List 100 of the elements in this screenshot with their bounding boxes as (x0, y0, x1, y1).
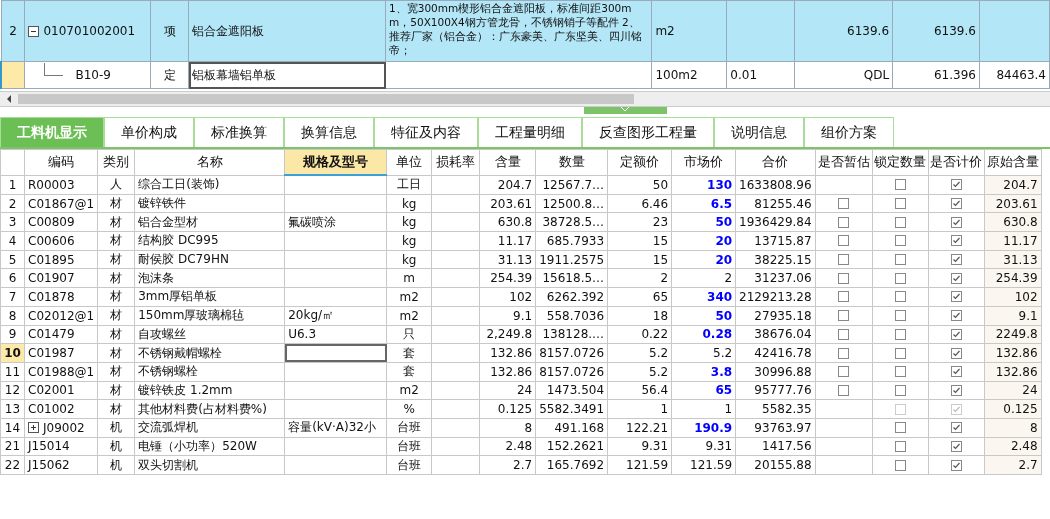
checkbox[interactable] (894, 216, 906, 228)
table-cell: 9.31 (671, 437, 736, 456)
column-header[interactable]: 编码 (24, 149, 98, 175)
table-cell: J15062 (24, 455, 98, 475)
checkbox[interactable] (950, 440, 962, 452)
column-header[interactable]: 含量 (479, 149, 536, 175)
checkbox[interactable] (950, 272, 962, 284)
table-cell: 100m2 (651, 61, 727, 89)
checkbox[interactable] (950, 459, 962, 471)
column-header[interactable]: 损耗率 (431, 149, 480, 175)
table-cell: 1417.56 (735, 437, 816, 456)
column-header[interactable]: 数量 (535, 149, 608, 175)
row-number: 7 (0, 287, 25, 307)
table-cell: C01988@1 (24, 362, 98, 382)
checkbox[interactable] (838, 310, 850, 322)
collapse-icon[interactable] (28, 25, 40, 37)
column-header[interactable]: 单位 (386, 149, 432, 175)
table-cell: 165.7692 (535, 455, 608, 475)
table-cell: 630.8 (479, 212, 536, 232)
column-header[interactable]: 规格及型号 (284, 149, 387, 175)
table-cell: 0.22 (607, 325, 672, 344)
table-cell: 491.168 (535, 418, 608, 438)
checkbox[interactable] (894, 291, 906, 303)
checkbox[interactable] (838, 272, 850, 284)
checkbox[interactable] (950, 216, 962, 228)
checkbox[interactable] (950, 422, 962, 434)
table-cell: 558.7036 (535, 306, 608, 325)
checkbox[interactable] (894, 347, 906, 359)
checkbox[interactable] (894, 198, 906, 210)
checkbox[interactable] (894, 459, 906, 471)
tab[interactable]: 组价方案 (804, 117, 894, 147)
table-cell: 31.13 (479, 250, 536, 269)
tab[interactable]: 标准换算 (194, 117, 284, 147)
column-header[interactable]: 合价 (735, 149, 816, 175)
table-cell: m2 (386, 381, 432, 400)
checkbox[interactable] (950, 384, 962, 396)
column-header[interactable]: 锁定数量 (872, 149, 929, 175)
table-cell: C01878 (24, 287, 98, 307)
checkbox[interactable] (950, 179, 962, 191)
column-header[interactable]: 是否计价 (928, 149, 985, 175)
checkbox[interactable] (894, 366, 906, 378)
checkbox[interactable] (950, 310, 962, 322)
checkbox[interactable] (894, 384, 906, 396)
column-header[interactable]: 类别 (97, 149, 135, 175)
tab[interactable]: 单价构成 (104, 117, 194, 147)
table-cell: 材 (97, 268, 135, 288)
table-cell: 1473.504 (535, 381, 608, 400)
row-number: 3 (0, 212, 25, 232)
checkbox[interactable] (894, 179, 906, 191)
checkbox[interactable] (894, 440, 906, 452)
checkbox[interactable] (950, 347, 962, 359)
checkbox[interactable] (838, 291, 850, 303)
tab[interactable]: 换算信息 (284, 117, 374, 147)
table-cell: 3mm厚铝单板 (134, 287, 285, 307)
checkbox[interactable] (838, 328, 850, 340)
column-header[interactable]: 原始含量 (984, 149, 1042, 175)
column-header[interactable]: 市场价 (671, 149, 736, 175)
table-cell: 11.17 (479, 231, 536, 251)
checkbox[interactable] (838, 384, 850, 396)
tab[interactable]: 特征及内容 (374, 117, 478, 147)
table-cell: 5.2 (607, 362, 672, 382)
checkbox[interactable] (838, 216, 850, 228)
checkbox[interactable] (894, 422, 906, 434)
table-cell: 0.01 (726, 61, 795, 89)
checkbox[interactable] (838, 198, 850, 210)
splitter-handle[interactable] (583, 107, 667, 114)
checkbox[interactable] (838, 254, 850, 266)
checkbox[interactable] (838, 235, 850, 247)
table-cell: 不锈钢螺栓 (134, 362, 285, 382)
checkbox[interactable] (950, 366, 962, 378)
checkbox[interactable] (838, 366, 850, 378)
row-number: 6 (0, 268, 25, 288)
checkbox[interactable] (950, 235, 962, 247)
column-header[interactable]: 名称 (134, 149, 285, 175)
column-header[interactable]: 定额价 (607, 149, 672, 175)
checkbox[interactable] (950, 254, 962, 266)
table-cell: 38676.04 (735, 325, 816, 344)
scrollbar-thumb[interactable] (18, 94, 634, 104)
checkbox[interactable] (894, 235, 906, 247)
table-cell: 204.7 (479, 175, 536, 195)
checkbox[interactable] (950, 198, 962, 210)
tab[interactable]: 工程量明细 (478, 117, 582, 147)
table-cell: 材 (97, 325, 135, 344)
column-header[interactable]: 是否暂估 (815, 149, 873, 175)
tab[interactable]: 反查图形工程量 (582, 117, 714, 147)
checkbox[interactable] (950, 328, 962, 340)
expand-icon[interactable] (28, 422, 39, 434)
checkbox[interactable] (838, 347, 850, 359)
table-cell: C01479 (24, 325, 98, 344)
tab[interactable]: 说明信息 (714, 117, 804, 147)
table-cell: C02012@1 (24, 306, 98, 325)
tree-line (44, 62, 64, 76)
table-cell: 只 (386, 325, 432, 344)
table-cell: 121.59 (607, 455, 672, 475)
checkbox[interactable] (950, 291, 962, 303)
table-cell: 铝合金遮阳板 (188, 0, 386, 62)
checkbox[interactable] (894, 272, 906, 284)
checkbox[interactable] (894, 254, 906, 266)
checkbox[interactable] (894, 328, 906, 340)
checkbox[interactable] (894, 310, 906, 322)
